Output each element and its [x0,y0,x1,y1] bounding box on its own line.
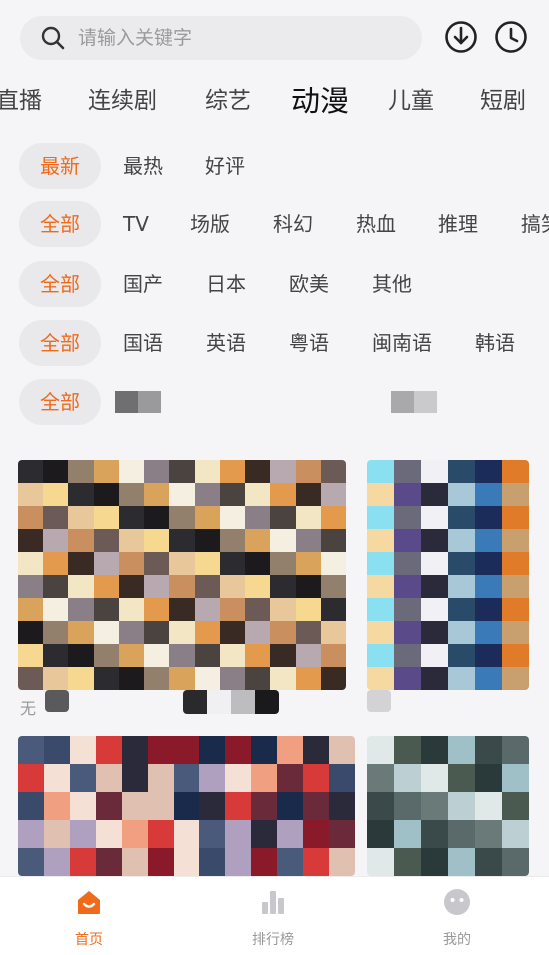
pixelated-year-option[interactable] [391,391,437,413]
nav-ranking-label: 排行榜 [252,932,294,948]
tab-anime[interactable]: 动漫 [291,78,349,124]
poster-card[interactable] [367,736,529,876]
poster-thumbnail [18,736,355,876]
poster-card[interactable] [367,460,529,690]
poster-card[interactable] [18,736,355,876]
filter-genre-comedy[interactable]: 搞笑 [521,201,549,247]
filter-language-all[interactable]: 全部 [19,320,101,366]
language-filter-row: 全部 国语 英语 粤语 闽南语 韩语 [0,320,549,368]
filter-language-cantonese[interactable]: 粤语 [289,320,329,366]
search-icon [41,26,65,50]
filter-sort-hottest[interactable]: 最热 [123,143,163,189]
poster-card[interactable] [18,460,346,690]
nav-profile[interactable]: 我的 [412,887,502,949]
genre-filter-row: 全部 TV 场版 科幻 热血 推理 搞笑 [0,201,549,249]
poster-thumbnail [367,736,529,876]
filter-genre-mystery[interactable]: 推理 [438,201,478,247]
filter-region-western[interactable]: 欧美 [289,261,329,307]
region-filter-row: 全部 国产 日本 欧美 其他 [0,261,549,309]
filter-language-english[interactable]: 英语 [206,320,246,366]
filter-region-all[interactable]: 全部 [19,261,101,307]
pixelated-year-option[interactable] [115,391,161,413]
filter-sort-newest[interactable]: 最新 [19,143,101,189]
filter-language-korean[interactable]: 韩语 [475,320,515,366]
filter-genre-action[interactable]: 热血 [356,201,396,247]
top-bar [0,0,549,70]
nav-ranking[interactable]: 排行榜 [228,887,318,949]
home-icon [78,891,100,914]
filter-genre-all[interactable]: 全部 [19,201,101,247]
poster-card-tail [183,690,279,714]
nav-profile-label: 我的 [443,932,471,948]
search-box[interactable] [20,16,422,60]
nav-home[interactable]: 首页 [44,887,134,949]
download-icon[interactable] [444,20,478,54]
tab-short-drama[interactable]: 短剧 [480,78,526,124]
bottom-nav: 首页 排行榜 我的 [0,876,549,955]
poster-corner-label: 无 [20,699,37,718]
poster-card-tail [45,690,69,712]
tab-series[interactable]: 连续剧 [88,78,157,124]
poster-thumbnail [18,460,346,690]
category-tabs: 直播 连续剧 综艺 动漫 儿童 短剧 [0,78,549,126]
tab-variety[interactable]: 综艺 [205,78,251,124]
search-input[interactable] [78,27,378,49]
filter-region-japan[interactable]: 日本 [206,261,246,307]
profile-icon [444,889,470,915]
poster-card-tail [367,690,391,712]
poster-thumbnail [367,460,529,690]
filter-sort-rating[interactable]: 好评 [205,143,245,189]
filter-genre-tv[interactable]: TV [123,201,149,247]
chart-icon [262,891,284,914]
filter-genre-movie[interactable]: 场版 [190,201,230,247]
filter-genre-scifi[interactable]: 科幻 [273,201,313,247]
filter-language-minnan[interactable]: 闽南语 [372,320,432,366]
filter-region-other[interactable]: 其他 [372,261,412,307]
nav-home-label: 首页 [75,932,103,948]
filter-region-domestic[interactable]: 国产 [123,261,163,307]
tab-kids[interactable]: 儿童 [388,78,434,124]
year-filter-row: 全部 [0,379,549,427]
history-icon[interactable] [494,20,528,54]
filter-language-mandarin[interactable]: 国语 [123,320,163,366]
filter-year-all[interactable]: 全部 [19,379,101,425]
tab-live[interactable]: 直播 [0,78,42,124]
sort-filter-row: 最新 最热 好评 [0,143,549,191]
poster-thumbnail [183,690,279,714]
